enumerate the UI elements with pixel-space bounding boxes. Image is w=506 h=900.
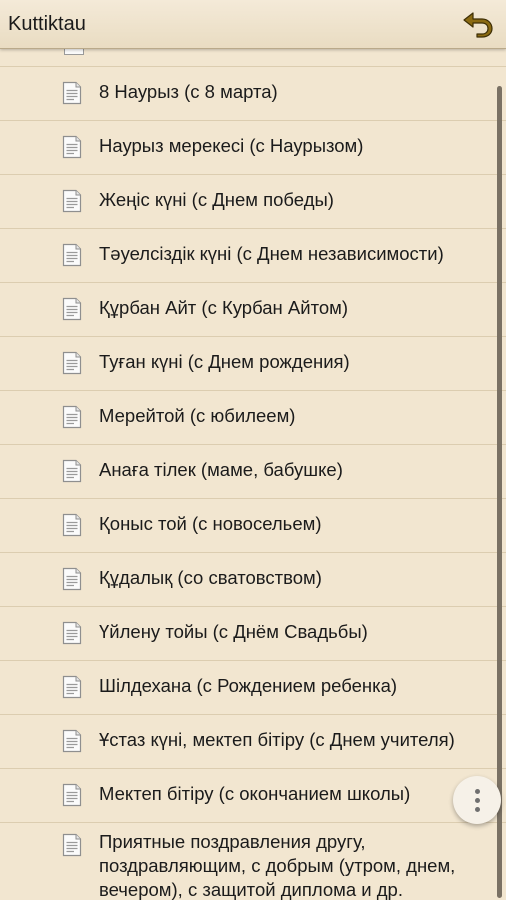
list-item-label: Анаға тілек (маме, бабушке) [99,459,343,480]
list-item[interactable]: Қоныс той (с новосельем) [0,499,506,553]
list-item-label: Қоныс той (с новосельем) [99,513,322,534]
document-icon [62,297,82,321]
document-icon [62,675,82,699]
list-item-label: Шілдехана (с Рождением ребенка) [99,675,398,696]
document-icon [62,783,82,807]
list-item[interactable]: Туған күні (с Днем рождения) [0,337,506,391]
more-options-button[interactable] [453,776,501,824]
list-item[interactable]: Тәуелсіздік күні (с Днем независимости) [0,229,506,283]
list-item-label: Туған күні (с Днем рождения) [99,351,350,372]
list-item-label: Құрбан Айт (с Курбан Айтом) [99,297,349,318]
list-item[interactable]: Ұстаз күні, мектеп бітіру (с Днем учител… [0,715,506,769]
document-icon [62,459,82,483]
list-item-label: Құдалық (со сватовством) [99,567,322,588]
app-title: Kuttiktau [8,13,86,35]
document-icon [62,135,82,159]
list-item[interactable]: Мектеп бітіру (с окончанием школы) [0,769,506,823]
back-arrow-icon [463,12,493,38]
document-icon [62,567,82,591]
document-icon [62,351,82,375]
document-icon [62,729,82,753]
list-item[interactable]: 8 Наурыз (с 8 марта) [0,67,506,121]
document-icon [62,405,82,429]
list-item-partial[interactable] [0,49,506,67]
list-item[interactable]: Құдалық (со сватовством) [0,553,506,607]
list-item-label: Приятные поздравления другу, поздравляющ… [99,831,456,900]
list-item-label: Ұстаз күні, мектеп бітіру (с Днем учител… [99,729,455,750]
document-icon [62,621,82,645]
document-icon [62,833,82,857]
document-icon [64,49,84,55]
document-icon [62,189,82,213]
list-item[interactable]: Приятные поздравления другу, поздравляющ… [0,823,506,900]
list-item[interactable]: Наурыз мерекесі (с Наурызом) [0,121,506,175]
list-item[interactable]: Үйлену тойы (с Днём Свадьбы) [0,607,506,661]
list-item-label: Тәуелсіздік күні (с Днем независимости) [99,243,444,264]
document-icon [62,81,82,105]
list-item[interactable]: Шілдехана (с Рождением ребенка) [0,661,506,715]
more-vertical-icon [474,787,480,814]
list-item-label: 8 Наурыз (с 8 марта) [99,81,278,102]
greetings-list[interactable]: 8 Наурыз (с 8 марта) Наурыз мерекесі (с … [0,49,506,900]
list-item-label: Жеңіс күні (с Днем победы) [99,189,334,210]
list-item[interactable]: Жеңіс күні (с Днем победы) [0,175,506,229]
document-icon [62,243,82,267]
scrollbar[interactable] [497,86,502,898]
back-button[interactable] [460,6,496,42]
list-item-label: Наурыз мерекесі (с Наурызом) [99,135,364,156]
list-item[interactable]: Мерейтой (с юбилеем) [0,391,506,445]
list-item[interactable]: Құрбан Айт (с Курбан Айтом) [0,283,506,337]
list-item-label: Мерейтой (с юбилеем) [99,405,296,426]
app-bar: Kuttiktau [0,0,506,49]
list-item[interactable]: Анаға тілек (маме, бабушке) [0,445,506,499]
list-item-label: Мектеп бітіру (с окончанием школы) [99,783,411,804]
list-item-label: Үйлену тойы (с Днём Свадьбы) [99,621,368,642]
document-icon [62,513,82,537]
